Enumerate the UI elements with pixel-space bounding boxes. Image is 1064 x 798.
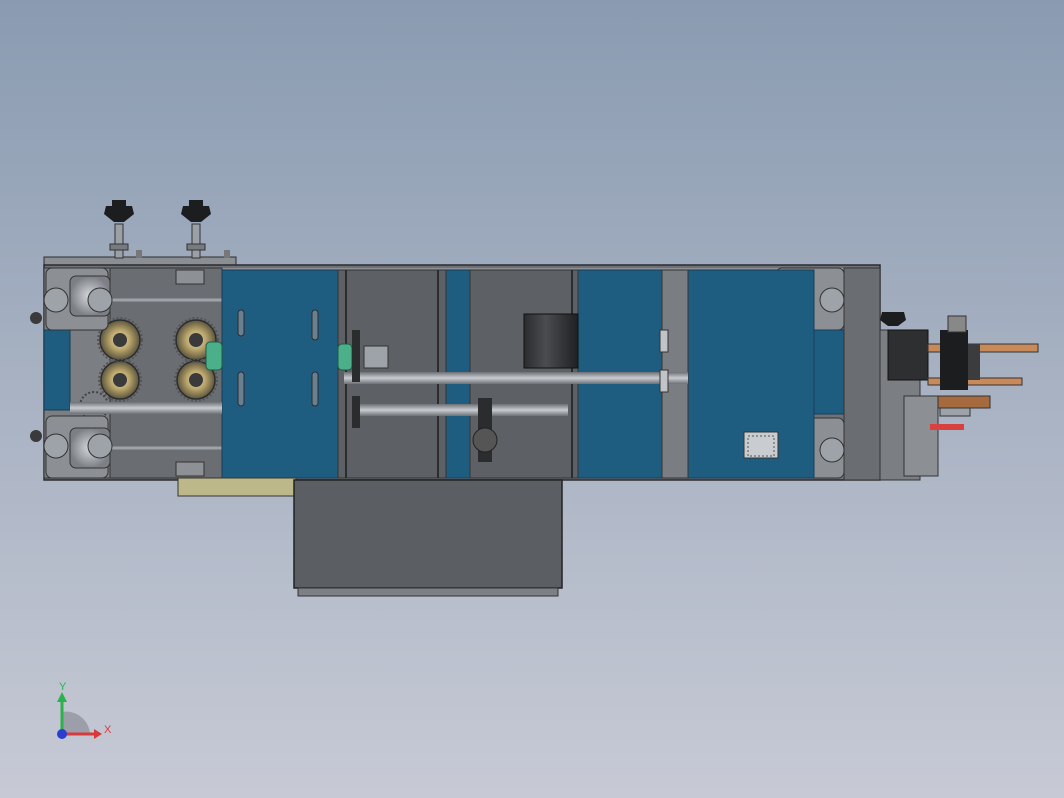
motor[interactable] <box>523 313 579 369</box>
electrical-box[interactable] <box>293 479 563 589</box>
x-axis-label: X <box>104 724 112 736</box>
cad-viewport[interactable]: Y X <box>0 0 1064 798</box>
tray <box>177 477 297 497</box>
y-axis-label: Y <box>59 681 67 693</box>
model-canvas[interactable]: Y X <box>0 0 1064 798</box>
z-axis-dot-icon <box>57 729 67 739</box>
